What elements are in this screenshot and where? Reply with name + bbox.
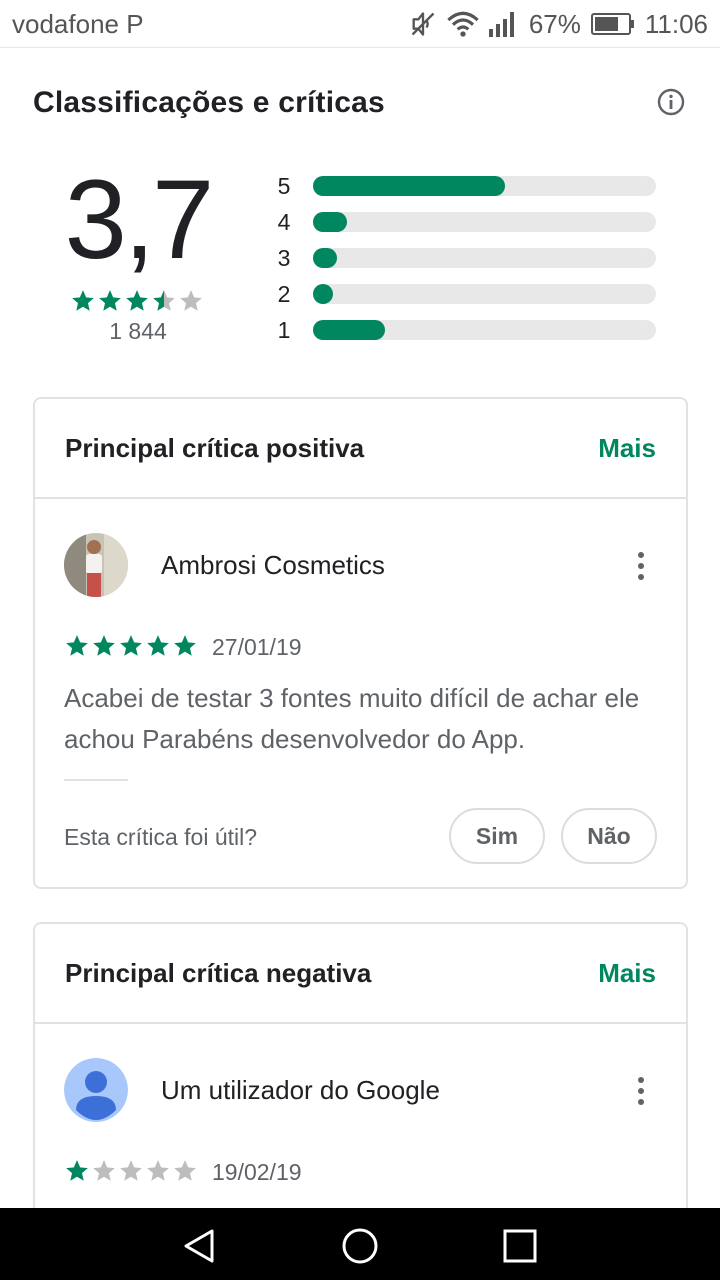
review-menu-icon[interactable] [627,1071,655,1111]
star-empty-icon [147,1160,169,1181]
star-empty-icon [180,290,202,311]
average-stars [70,288,204,314]
star-full-icon [174,635,196,656]
review-stars [64,1158,198,1184]
system-nav-bar [0,1208,720,1280]
helpful-question: Esta crítica foi útil? [64,824,258,850]
distribution-label: 1 [277,317,291,343]
avatar [64,533,128,597]
rating-count: 1 844 [109,318,167,344]
carrier-name: vodafone P [12,9,144,39]
distribution-fill [313,248,337,268]
divider [64,779,128,781]
home-icon[interactable] [340,1226,380,1266]
more-button[interactable]: Mais [598,433,656,464]
recents-icon[interactable] [500,1226,540,1266]
review-text: Acabei de testar 3 fontes muito difícil … [64,683,640,754]
review-date: 27/01/19 [212,634,302,660]
distribution-row-5: 5 [272,172,662,200]
star-full-icon [66,635,88,656]
star-empty-icon [174,1160,196,1181]
star-full-icon [93,635,115,656]
star-half-icon [153,290,175,311]
star-full-icon [99,290,121,311]
distribution-fill [313,320,385,340]
distribution-label: 3 [277,245,291,271]
card-header: Principal crítica positiva Mais [35,399,686,499]
star-empty-icon [120,1160,142,1181]
star-empty-icon [93,1160,115,1181]
distribution-track [313,248,656,268]
more-button[interactable]: Mais [598,958,656,989]
back-icon[interactable] [180,1226,220,1266]
card-header: Principal crítica negativa Mais [35,924,686,1024]
distribution-row-2: 2 [272,280,662,308]
distribution-row-3: 3 [272,244,662,272]
ratings-title: Classificações e críticas [33,86,385,119]
review-stars [64,633,198,659]
star-full-icon [126,290,148,311]
distribution-row-4: 4 [272,208,662,236]
clock: 11:06 [644,8,708,39]
info-icon[interactable] [657,88,685,116]
distribution-fill [313,284,333,304]
battery-percent: 67% [528,8,581,39]
distribution-track [313,320,656,340]
distribution-row-1: 1 [272,316,662,344]
distribution-fill [313,212,347,232]
review-date: 19/02/19 [212,1159,302,1185]
review-author: Um utilizador do Google [161,1075,440,1105]
wifi-icon [447,11,479,37]
star-full-icon [147,635,169,656]
distribution-label: 5 [277,173,291,199]
star-full-icon [120,635,142,656]
distribution-track [313,284,656,304]
distribution-track [313,212,656,232]
helpful-no-button[interactable]: Não [561,808,657,864]
star-full-icon [72,290,94,311]
distribution-track [313,176,656,196]
mute-icon [411,12,435,36]
default-avatar-icon [64,1058,128,1122]
review-author: Ambrosi Cosmetics [161,550,385,580]
battery-icon [590,13,634,35]
helpful-yes-button[interactable]: Sim [449,808,545,864]
star-full-icon [66,1160,88,1181]
card-title: Principal crítica positiva [65,433,365,463]
status-icons: 67% 11:06 [409,8,708,40]
review-menu-icon[interactable] [627,546,655,586]
avatar-photo [64,533,128,597]
top-negative-review-card: Principal crítica negativa Mais Um utili… [33,922,688,1222]
status-bar: vodafone P 67% 11:06 [0,0,720,48]
average-rating: 3,7 [64,157,215,282]
distribution-label: 2 [277,281,291,307]
distribution-label: 4 [277,209,291,235]
signal-icon [488,12,514,37]
distribution-fill [313,176,505,196]
card-title: Principal crítica negativa [65,958,372,988]
top-positive-review-card: Principal crítica positiva Mais Ambrosi … [33,397,688,889]
